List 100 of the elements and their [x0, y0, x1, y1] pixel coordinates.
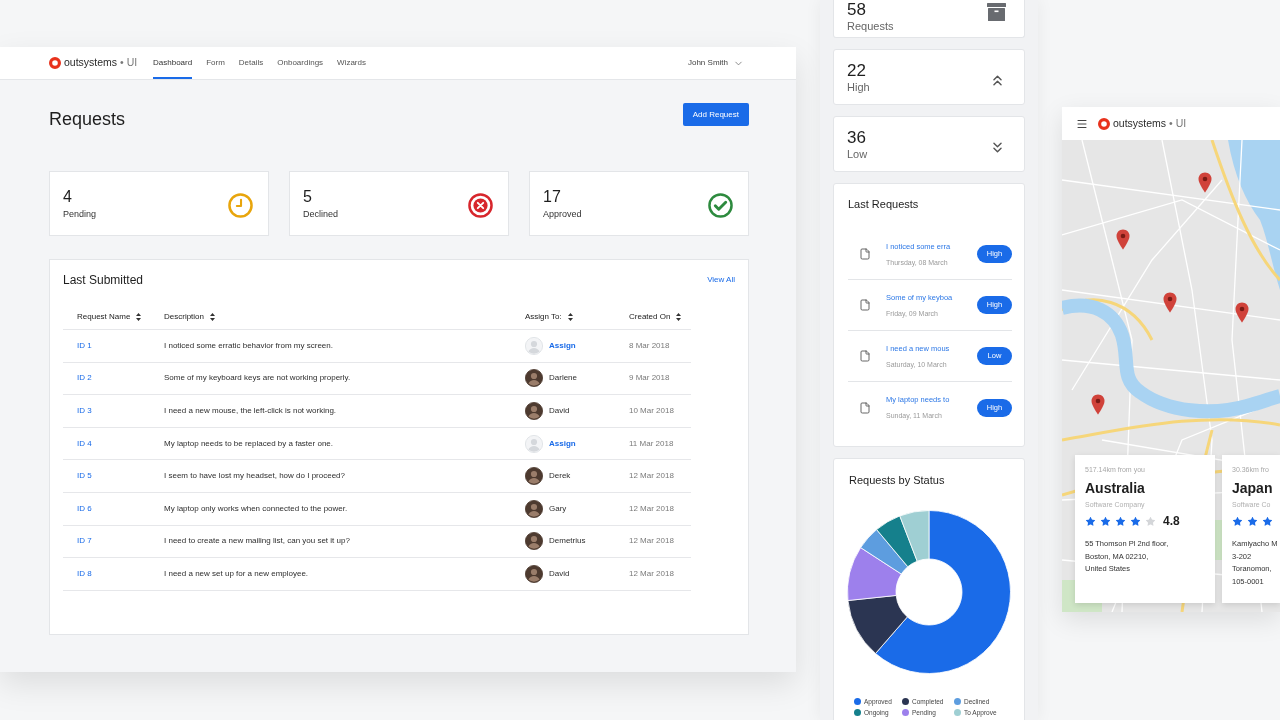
- logo-icon: [1098, 117, 1110, 130]
- map-pin-icon[interactable]: [1163, 292, 1177, 313]
- star-icon: [1085, 515, 1096, 527]
- clock-icon: [228, 193, 253, 218]
- created-date-cell-text: 12 Mar 2018: [629, 535, 675, 548]
- star-icon: [1262, 515, 1273, 527]
- nav-tab[interactable]: Form: [206, 47, 225, 79]
- description-cell-text: Some of my keyboard keys are not working properly.: [164, 372, 352, 385]
- created-date-cell-text: 12 Mar 2018: [629, 502, 675, 515]
- document-icon: [859, 248, 871, 260]
- description-cell-text: I need a new mouse, the left-click is not working.: [164, 405, 338, 417]
- stat-label: Approved: [543, 208, 582, 220]
- created-date-cell-text: 12 Mar 2018: [629, 567, 675, 580]
- rating-value: 4.8: [1163, 513, 1180, 530]
- avatar-icon: [525, 336, 543, 355]
- column-header[interactable]: Request Name: [77, 311, 131, 323]
- counter-label: Requests: [847, 19, 894, 33]
- assignee-name: David: [549, 567, 570, 580]
- stat-value: 4: [63, 188, 73, 206]
- avatar-icon: [525, 369, 543, 388]
- column-header[interactable]: Created On: [629, 311, 671, 323]
- counter-value: 22: [847, 62, 867, 80]
- card-title: Requests by Status: [848, 473, 946, 487]
- created-date-cell-text: 12 Mar 2018: [629, 470, 675, 483]
- assignee-name: Derek: [549, 470, 571, 483]
- sort-icon[interactable]: [136, 313, 142, 321]
- description-cell-text: I need to create a new mailing list, can you set it up?: [164, 535, 351, 548]
- archive-box-icon: [987, 3, 1006, 21]
- request-id-link[interactable]: ID 4: [63, 437, 164, 450]
- request-id-link[interactable]: ID 2: [63, 372, 164, 385]
- request-id-link[interactable]: ID 6: [63, 502, 164, 515]
- sort-icon[interactable]: [676, 313, 682, 321]
- map-pin-icon[interactable]: [1116, 229, 1130, 250]
- place-name: Japan: [1232, 479, 1274, 497]
- created-date-cell-text: 10 Mar 2018: [629, 405, 675, 417]
- check-circle-icon: [708, 193, 733, 218]
- avatar-icon: [525, 402, 543, 420]
- nav-tab[interactable]: Onboardings: [277, 47, 324, 79]
- stat-label: Declined: [303, 208, 339, 220]
- avatar-icon: [525, 532, 543, 551]
- logo-icon: [49, 57, 61, 69]
- star-icon: [1100, 515, 1111, 527]
- description-cell-text: My laptop only works when connected to the power.: [164, 502, 349, 515]
- counter-label: High: [847, 80, 870, 94]
- star-icon: [1130, 515, 1141, 527]
- avatar-icon: [525, 467, 543, 486]
- logo-suffix: • UI: [120, 55, 138, 71]
- counter-value: 58: [847, 1, 867, 19]
- document-icon: [859, 350, 871, 362]
- stat-value: 17: [543, 188, 562, 206]
- sort-icon[interactable]: [567, 313, 573, 321]
- user-menu[interactable]: John Smith: [687, 47, 744, 79]
- nav-tab[interactable]: Details: [238, 47, 264, 79]
- avatar-icon: [525, 434, 543, 453]
- document-icon: [859, 299, 871, 311]
- created-date-cell-text: 8 Mar 2018: [629, 339, 671, 352]
- star-icon: [1145, 515, 1156, 527]
- view-all-link[interactable]: View All: [707, 274, 735, 286]
- description-cell-text: I noticed some erratic behavior from my screen.: [164, 339, 334, 352]
- created-date-cell-text: 11 Mar 2018: [629, 437, 675, 450]
- star-icon: [1115, 515, 1126, 527]
- sort-icon[interactable]: [210, 313, 215, 321]
- request-id-link[interactable]: ID 1: [63, 339, 164, 352]
- document-icon: [859, 401, 871, 414]
- logo-text: outsystems: [1113, 115, 1167, 131]
- avatar-icon: [525, 499, 543, 518]
- nav-tab[interactable]: Wizards: [337, 47, 366, 79]
- menu-icon[interactable]: [1076, 117, 1088, 130]
- description-cell-text: I need a new set up for a new employee.: [164, 567, 310, 580]
- map-pin-icon[interactable]: [1235, 302, 1249, 323]
- add-request-button[interactable]: Add Request: [682, 103, 749, 126]
- stat-value: 5: [303, 188, 313, 206]
- counter-label: Low: [847, 147, 868, 161]
- column-header[interactable]: Description: [164, 311, 204, 323]
- request-id-link[interactable]: ID 3: [63, 405, 164, 417]
- request-id-link[interactable]: ID 7: [63, 535, 164, 548]
- avatar-icon: [525, 564, 543, 583]
- logo-text: outsystems: [64, 55, 118, 71]
- page-title: Requests: [49, 108, 126, 131]
- column-header[interactable]: Assign To:: [525, 311, 562, 323]
- assign-link[interactable]: Assign: [549, 339, 576, 352]
- star-icon: [1247, 515, 1258, 527]
- map-pin-icon[interactable]: [1198, 172, 1212, 193]
- assignee-name: Demetrius: [549, 535, 586, 548]
- request-id-link[interactable]: ID 8: [63, 567, 164, 580]
- assignee-name: Darlene: [549, 372, 577, 385]
- counter-value: 36: [847, 129, 867, 147]
- card-title: Last Submitted: [63, 272, 144, 288]
- nav-tab[interactable]: Dashboard: [153, 47, 193, 79]
- description-cell-text: I seem to have lost my headset, how do I proceed?: [164, 470, 346, 483]
- assignee-name: Gary: [549, 502, 567, 515]
- assignee-name: David: [549, 405, 570, 417]
- assign-link[interactable]: Assign: [549, 437, 576, 450]
- place-name: Australia: [1085, 479, 1146, 497]
- request-id-link[interactable]: ID 5: [63, 470, 164, 483]
- card-title: Last Requests: [848, 197, 920, 211]
- logo-suffix: • UI: [1169, 115, 1187, 131]
- star-icon: [1232, 515, 1243, 527]
- stat-label: Pending: [63, 208, 97, 220]
- map-pin-icon[interactable]: [1091, 394, 1105, 415]
